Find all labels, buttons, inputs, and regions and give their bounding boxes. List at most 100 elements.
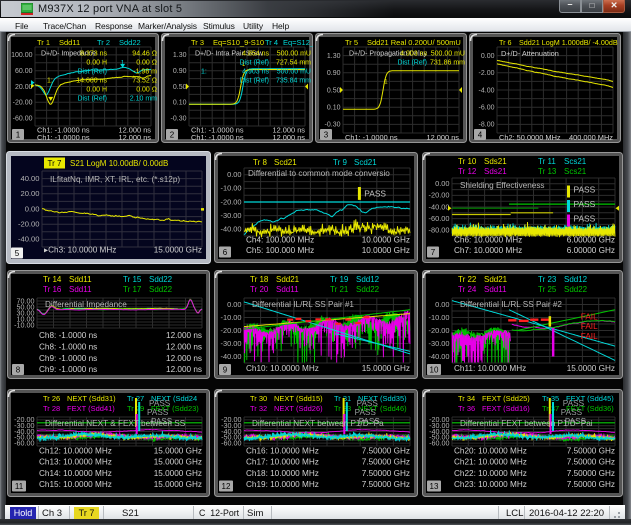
svg-text:15.0000 GHz: 15.0000 GHz: [154, 469, 202, 478]
svg-text:Ch23: 10.0000 MHz: Ch23: 10.0000 MHz: [454, 480, 527, 489]
svg-text:Tr 32: Tr 32: [250, 404, 267, 413]
svg-text:FAIL: FAIL: [581, 322, 598, 331]
svg-text:94.46 Ω: 94.46 Ω: [132, 51, 157, 58]
svg-text:Ch6: 10.0000 MHz: Ch6: 10.0000 MHz: [454, 236, 522, 245]
svg-text:-30.00: -30.00: [429, 339, 450, 348]
svg-text:0.00 H: 0.00 H: [86, 87, 107, 94]
svg-text:-40.00: -40.00: [18, 235, 40, 244]
svg-text:0.50: 0.50: [173, 84, 187, 91]
svg-text:-20.00: -20.00: [429, 326, 450, 335]
svg-text:▸Ch3: 10.0000 MHz: ▸Ch3: 10.0000 MHz: [44, 246, 116, 255]
svg-text:Ch1: -1.0000 ns: Ch1: -1.0000 ns: [37, 133, 90, 142]
svg-text:Differential FEXT between P1/D: Differential FEXT between P1/D- Pai: [460, 419, 593, 428]
svg-text:Tr 10: Tr 10: [458, 157, 477, 166]
svg-text:Ch12: 10.0000 MHz: Ch12: 10.0000 MHz: [39, 447, 112, 456]
svg-text:Tr 4: Tr 4: [265, 38, 278, 47]
svg-text:Tr 13: Tr 13: [538, 167, 557, 176]
svg-text:Tr 5: Tr 5: [345, 38, 358, 47]
svg-text:-40.00: -40.00: [221, 352, 242, 361]
svg-text:Tr 18: Tr 18: [250, 275, 269, 284]
svg-text:15.0000 GHz: 15.0000 GHz: [154, 480, 202, 489]
svg-text:PASS: PASS: [574, 185, 596, 195]
svg-text:500.00 mU: 500.00 mU: [277, 51, 311, 58]
svg-text:-10.00: -10.00: [429, 313, 450, 322]
svg-text:NEXT (Sdd26): NEXT (Sdd26): [274, 404, 323, 413]
svg-text:-20.00: -20.00: [221, 197, 242, 206]
svg-text:PASS: PASS: [147, 408, 169, 417]
svg-text:Differential IL/RL SS Pair #2: Differential IL/RL SS Pair #2: [460, 300, 562, 309]
svg-text:11: 11: [15, 482, 24, 491]
svg-text:Eq=S12_11-S1: Eq=S12_11-S1: [283, 38, 313, 47]
svg-text:-60.00: -60.00: [429, 214, 450, 223]
svg-text:PASS: PASS: [561, 408, 583, 417]
svg-text:Differential IL/RL SS Pair #1: Differential IL/RL SS Pair #1: [252, 300, 354, 309]
svg-text:Sdd22: Sdd22: [149, 285, 173, 294]
svg-text:-30.00: -30.00: [221, 211, 242, 220]
svg-text:12.000 ns: 12.000 ns: [166, 354, 202, 363]
svg-text:Tr 15: Tr 15: [123, 275, 142, 284]
svg-text:4.903 ns: 4.903 ns: [242, 69, 269, 76]
svg-text:15.0000 GHz: 15.0000 GHz: [362, 364, 410, 373]
svg-text:-60.00: -60.00: [14, 438, 34, 447]
svg-text:Differential to common mode co: Differential to common mode conversio: [248, 169, 390, 178]
svg-text:-8.00: -8.00: [479, 122, 495, 129]
svg-text:-0.30: -0.30: [325, 122, 341, 129]
svg-text:PASS: PASS: [355, 408, 377, 417]
svg-text:10.0000 GHz: 10.0000 GHz: [362, 246, 410, 255]
svg-text:Ch4: 100.000 MHz: Ch4: 100.000 MHz: [246, 236, 314, 245]
svg-text:Tr 26: Tr 26: [43, 394, 60, 403]
svg-text:1.30: 1.30: [327, 53, 341, 60]
svg-text:12.000 ns: 12.000 ns: [273, 133, 306, 142]
svg-text:735.84 mm: 735.84 mm: [276, 78, 311, 85]
svg-text:6.00000 GHz: 6.00000 GHz: [567, 246, 615, 255]
svg-text:Ch20: 10.0000 MHz: Ch20: 10.0000 MHz: [454, 447, 527, 456]
svg-text:-30.00: -30.00: [221, 339, 242, 348]
svg-text:9: 9: [223, 366, 228, 375]
svg-text:Ch2: 50.0000 MHz: Ch2: 50.0000 MHz: [499, 133, 561, 142]
svg-text:7.50000 GHz: 7.50000 GHz: [362, 469, 410, 478]
svg-text:6: 6: [223, 248, 228, 257]
svg-text:Dist (Ref): Dist (Ref): [397, 60, 427, 67]
svg-text:Sds21: Sds21: [484, 167, 507, 176]
svg-text:Sdd22: Sdd22: [564, 285, 588, 294]
svg-text:15.0000 GHz: 15.0000 GHz: [154, 447, 202, 456]
svg-text:ILfitatNq, IMR, XT, IRL, etc.: ILfitatNq, IMR, XT, IRL, etc. (*.s12p): [50, 175, 180, 184]
svg-text:0.00 Ω: 0.00 Ω: [136, 60, 157, 67]
svg-text:-10.00: -10.00: [221, 313, 242, 322]
svg-text:Sdd21: Sdd21: [276, 275, 300, 284]
svg-text:FAIL: FAIL: [581, 332, 598, 341]
svg-text:500.00 mU: 500.00 mU: [431, 51, 465, 58]
svg-text:Tr 16: Tr 16: [43, 285, 62, 294]
svg-text:Sdd22: Sdd22: [149, 275, 173, 284]
svg-text:FEXT (Sdd25): FEXT (Sdd25): [482, 394, 530, 403]
svg-text:0.00: 0.00: [435, 179, 449, 188]
svg-text:0.00: 0.00: [25, 204, 40, 213]
svg-text:12.000 ns: 12.000 ns: [427, 133, 460, 142]
svg-text:Tr 14: Tr 14: [43, 275, 62, 284]
svg-text:0.00: 0.00: [227, 300, 241, 309]
svg-text:Tr 20: Tr 20: [250, 285, 269, 294]
svg-text:Tr 3: Tr 3: [191, 38, 204, 47]
svg-text:40.00: 40.00: [20, 174, 39, 183]
svg-text:15.0000 GHz: 15.0000 GHz: [154, 458, 202, 467]
svg-text:Differential NEXT between P1/D: Differential NEXT between P1/D- Pa: [252, 419, 384, 428]
svg-text:Ch1: -1.0000 ns: Ch1: -1.0000 ns: [191, 133, 244, 142]
svg-text:S21 LogM 10.00dB/ 0.00dB: S21 LogM 10.00dB/ 0.00dB: [70, 159, 168, 168]
svg-text:20.00: 20.00: [15, 84, 33, 91]
svg-text:PASS: PASS: [357, 399, 379, 408]
svg-text:Scd21: Scd21: [274, 158, 297, 167]
svg-text:-20.00: -20.00: [429, 191, 450, 200]
svg-text:Tr 12: Tr 12: [458, 167, 477, 176]
svg-text:12: 12: [222, 482, 231, 491]
svg-text:12.000 ns: 12.000 ns: [166, 365, 202, 374]
svg-text:0.50: 0.50: [327, 87, 341, 94]
svg-text:Ch7: 10.0000 MHz: Ch7: 10.0000 MHz: [454, 246, 522, 255]
svg-text:5: 5: [15, 249, 20, 258]
svg-text:Scs21: Scs21: [564, 157, 587, 166]
svg-text:-4.00: -4.00: [479, 87, 495, 94]
svg-text:2.10 mm: 2.10 mm: [130, 96, 157, 103]
svg-text:Tr 11: Tr 11: [538, 157, 556, 166]
svg-text:Sdd11: Sdd11: [59, 38, 80, 47]
svg-text:-40.00: -40.00: [429, 352, 450, 361]
svg-text:7.50000 GHz: 7.50000 GHz: [362, 458, 410, 467]
